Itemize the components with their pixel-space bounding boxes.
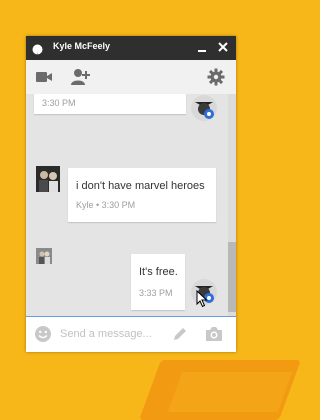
message-list[interactable]: 3:30 PM i don't have marvel heroes Kyle <box>26 94 236 352</box>
title-bar[interactable]: Kyle McFeely <box>26 36 236 60</box>
pencil-icon[interactable] <box>172 326 188 342</box>
message-text: i don't have marvel heroes <box>76 180 205 192</box>
avatar[interactable] <box>36 248 52 264</box>
camera-icon[interactable] <box>204 325 224 343</box>
smiley-icon[interactable] <box>34 325 52 343</box>
message-timestamp: Kyle • 3:30 PM <box>76 200 136 210</box>
video-camera-icon[interactable] <box>35 69 53 85</box>
message-text: It's free. <box>139 266 178 278</box>
gear-icon[interactable] <box>207 68 225 86</box>
scrollbar-track[interactable] <box>228 94 236 352</box>
scrollbar-thumb[interactable] <box>228 242 236 312</box>
message-timestamp: 3:33 PM <box>139 288 173 298</box>
avatar[interactable] <box>190 94 218 122</box>
hangouts-bubble-icon <box>32 42 43 55</box>
minimize-button[interactable] <box>195 40 209 54</box>
message-bubble-incoming: i don't have marvel heroes Kyle • 3:30 P… <box>68 168 216 222</box>
avatar[interactable] <box>36 166 60 192</box>
message-bubble-outgoing: It's free. 3:33 PM <box>131 254 185 310</box>
mouse-pointer-icon <box>196 289 208 308</box>
chat-toolbar <box>26 60 236 94</box>
message-timestamp: 3:30 PM <box>42 98 76 108</box>
desktop-background-shape <box>167 372 293 412</box>
message-bubble-outgoing: 3:30 PM <box>34 94 186 114</box>
close-button[interactable] <box>216 40 230 54</box>
compose-bar <box>26 316 236 352</box>
add-person-icon[interactable] <box>70 68 90 86</box>
message-input[interactable] <box>60 326 160 342</box>
window-title: Kyle McFeely <box>53 41 111 51</box>
